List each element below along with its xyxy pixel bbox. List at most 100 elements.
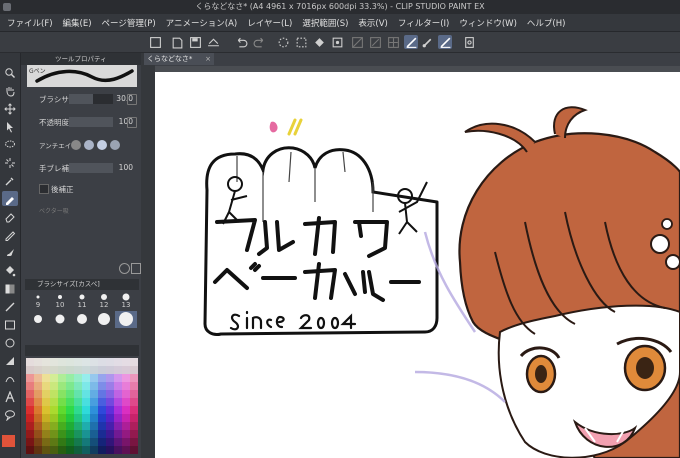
color-swatch[interactable] xyxy=(34,366,42,374)
color-swatch[interactable] xyxy=(90,374,98,382)
color-swatch[interactable] xyxy=(98,446,106,454)
color-swatch[interactable] xyxy=(122,446,130,454)
color-swatch[interactable] xyxy=(50,438,58,446)
color-swatch[interactable] xyxy=(98,406,106,414)
color-swatch[interactable] xyxy=(130,374,138,382)
color-swatch[interactable] xyxy=(66,366,74,374)
export-icon[interactable] xyxy=(206,35,220,49)
color-swatch[interactable] xyxy=(50,430,58,438)
post-correction-checkbox[interactable] xyxy=(39,184,49,194)
color-swatch[interactable] xyxy=(50,414,58,422)
color-swatch[interactable] xyxy=(42,422,50,430)
color-swatch[interactable] xyxy=(130,414,138,422)
undo-icon[interactable] xyxy=(234,35,248,49)
color-swatch[interactable] xyxy=(106,398,114,406)
color-swatch[interactable] xyxy=(42,406,50,414)
menu-help[interactable]: ヘルプ(H) xyxy=(522,17,571,29)
color-swatch[interactable] xyxy=(58,414,66,422)
color-swatch[interactable] xyxy=(90,422,98,430)
brush-icon[interactable] xyxy=(2,245,18,260)
color-swatch[interactable] xyxy=(34,414,42,422)
color-swatch[interactable] xyxy=(114,390,122,398)
color-swatch[interactable] xyxy=(122,366,130,374)
correct-line-icon[interactable] xyxy=(2,371,18,386)
brush-size-item[interactable] xyxy=(93,311,115,328)
main-color-swatch[interactable] xyxy=(2,435,15,447)
color-swatch[interactable] xyxy=(122,406,130,414)
color-swatch[interactable] xyxy=(122,382,130,390)
color-swatch[interactable] xyxy=(34,430,42,438)
color-swatch[interactable] xyxy=(26,422,34,430)
move-icon[interactable] xyxy=(2,101,18,116)
blend-icon[interactable] xyxy=(2,353,18,368)
color-swatch[interactable] xyxy=(114,366,122,374)
brush-size-item[interactable]: 12 xyxy=(93,292,115,309)
color-swatch[interactable] xyxy=(98,398,106,406)
color-swatch[interactable] xyxy=(50,446,58,454)
color-swatch[interactable] xyxy=(130,406,138,414)
color-swatch[interactable] xyxy=(98,366,106,374)
color-swatch[interactable] xyxy=(74,366,82,374)
menu-layer[interactable]: レイヤー(L) xyxy=(242,17,297,29)
panel-scroll-gutter[interactable] xyxy=(141,53,155,458)
eyedropper-icon[interactable] xyxy=(2,173,18,188)
save-icon[interactable] xyxy=(188,35,202,49)
lock-icon[interactable] xyxy=(127,94,137,105)
color-swatch[interactable] xyxy=(82,438,90,446)
color-swatch[interactable] xyxy=(26,406,34,414)
color-swatch[interactable] xyxy=(90,390,98,398)
color-swatch[interactable] xyxy=(34,446,42,454)
color-swatch[interactable] xyxy=(58,438,66,446)
color-swatch[interactable] xyxy=(114,406,122,414)
color-swatch[interactable] xyxy=(26,374,34,382)
color-swatch[interactable] xyxy=(26,366,34,374)
color-swatch[interactable] xyxy=(82,430,90,438)
lock-icon[interactable] xyxy=(127,117,137,128)
document-tab[interactable]: くらなどなさ* × xyxy=(144,53,214,65)
fill-icon[interactable] xyxy=(312,35,326,49)
color-swatch[interactable] xyxy=(66,406,74,414)
color-swatch[interactable] xyxy=(66,446,74,454)
color-swatch[interactable] xyxy=(26,446,34,454)
color-swatch[interactable] xyxy=(98,374,106,382)
color-swatch[interactable] xyxy=(34,422,42,430)
color-swatch[interactable] xyxy=(74,414,82,422)
color-swatch[interactable] xyxy=(74,390,82,398)
color-swatch[interactable] xyxy=(106,438,114,446)
color-swatch[interactable] xyxy=(82,446,90,454)
color-swatch[interactable] xyxy=(130,366,138,374)
color-swatch[interactable] xyxy=(34,438,42,446)
pen-icon[interactable] xyxy=(2,191,18,206)
menu-window[interactable]: ウィンドウ(W) xyxy=(454,17,522,29)
color-swatch[interactable] xyxy=(106,446,114,454)
antialias-weak-icon[interactable] xyxy=(84,140,94,150)
color-swatch[interactable] xyxy=(90,382,98,390)
color-swatch[interactable] xyxy=(42,358,50,366)
color-swatch[interactable] xyxy=(66,422,74,430)
color-swatch[interactable] xyxy=(26,438,34,446)
color-swatch[interactable] xyxy=(130,358,138,366)
color-swatch[interactable] xyxy=(90,446,98,454)
color-swatch[interactable] xyxy=(74,438,82,446)
menu-animation[interactable]: アニメーション(A) xyxy=(161,17,243,29)
color-swatch[interactable] xyxy=(82,406,90,414)
color-swatch[interactable] xyxy=(58,398,66,406)
color-swatch[interactable] xyxy=(130,382,138,390)
color-swatch[interactable] xyxy=(34,374,42,382)
color-swatch[interactable] xyxy=(66,390,74,398)
color-swatch[interactable] xyxy=(122,374,130,382)
gradient-icon[interactable] xyxy=(2,281,18,296)
menu-filter[interactable]: フィルター(I) xyxy=(393,17,454,29)
brush-size-item[interactable]: 10 xyxy=(49,292,71,309)
redo-icon[interactable] xyxy=(252,35,266,49)
color-swatch[interactable] xyxy=(114,438,122,446)
tablet-icon[interactable] xyxy=(462,35,476,49)
balloon-icon[interactable] xyxy=(2,407,18,422)
color-swatch[interactable] xyxy=(50,374,58,382)
color-swatch[interactable] xyxy=(26,398,34,406)
color-swatch[interactable] xyxy=(106,430,114,438)
color-swatch[interactable] xyxy=(42,374,50,382)
canvas-area[interactable] xyxy=(155,66,680,458)
color-swatch[interactable] xyxy=(50,406,58,414)
deselect-icon[interactable] xyxy=(276,35,290,49)
